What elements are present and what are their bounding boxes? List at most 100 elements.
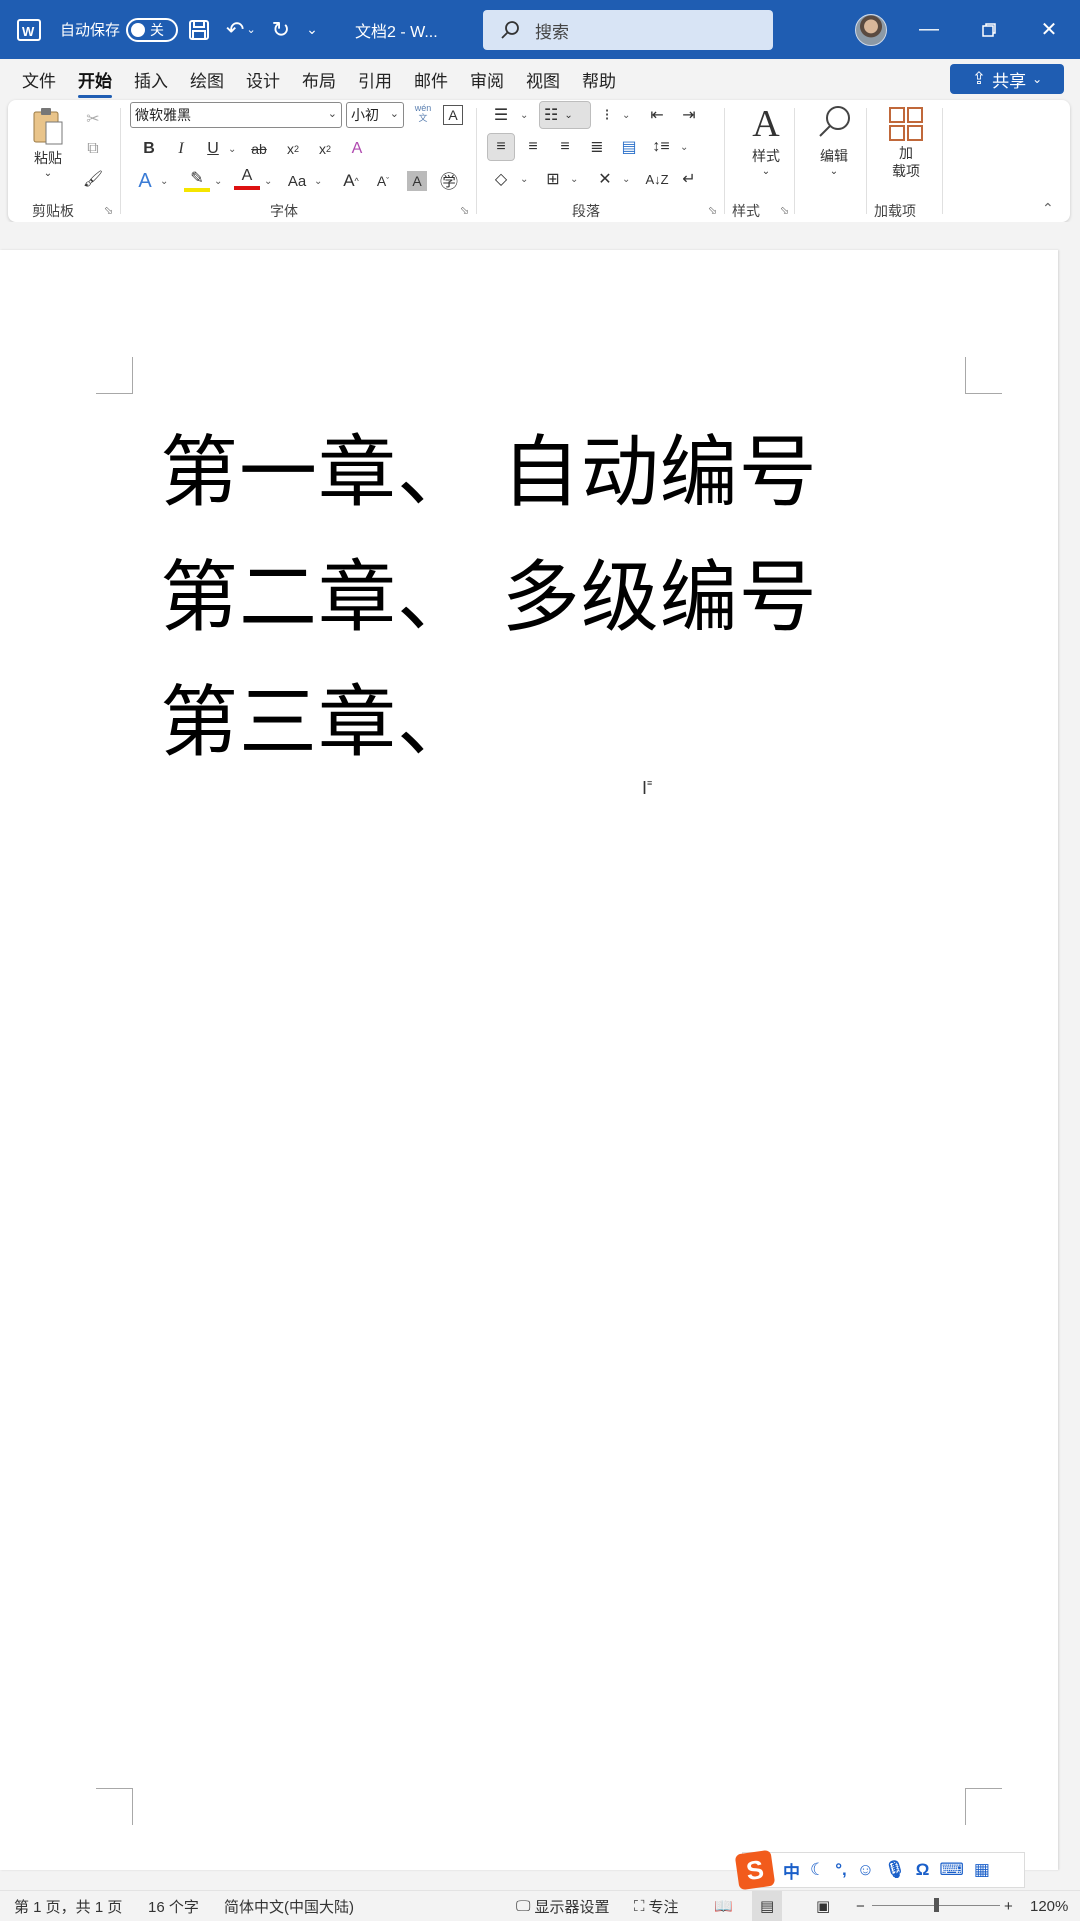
asian-layout-icon[interactable]: ✕ xyxy=(592,166,618,192)
chevron-down-icon[interactable]: ⌄ xyxy=(314,176,322,187)
save-icon[interactable] xyxy=(188,19,210,41)
chevron-down-icon[interactable]: ⌄ xyxy=(520,110,528,121)
autosave-control[interactable]: 自动保存 关 xyxy=(60,0,179,59)
show-marks-icon[interactable]: ↵ xyxy=(676,166,702,192)
moon-icon[interactable]: ☾ xyxy=(810,1860,825,1880)
microphone-icon[interactable]: 🎙 xyxy=(884,1860,906,1880)
distributed-icon[interactable]: ▤ xyxy=(616,134,642,160)
justify-icon[interactable]: ≣ xyxy=(584,134,610,160)
heading-line-2[interactable]: 第二章、 多级编号 xyxy=(160,535,818,647)
chevron-down-icon[interactable]: ⌄ xyxy=(680,142,688,153)
multilevel-list-icon[interactable]: ⁝ xyxy=(594,102,620,128)
chevron-down-icon[interactable]: ⌄ xyxy=(570,174,578,185)
ime-toolbar[interactable]: S 中 ☾ °, ☺ 🎙 Ω ⌨ ▦ xyxy=(734,1849,1025,1891)
font-size-select[interactable]: 小初 ⌄ xyxy=(346,102,404,128)
font-color-icon[interactable]: A xyxy=(234,166,260,190)
web-layout-icon[interactable]: ▣ xyxy=(816,1891,830,1921)
close-icon[interactable]: ✕ xyxy=(1026,0,1072,59)
minimize-icon[interactable]: — xyxy=(906,0,952,59)
bullets-icon[interactable]: ☰ xyxy=(488,102,514,128)
styles-launcher-icon[interactable]: ⬂ xyxy=(780,204,789,217)
page-count[interactable]: 第 1 页，共 1 页 xyxy=(14,1891,122,1921)
tab-home[interactable]: 开始 xyxy=(78,61,112,98)
paste-button[interactable]: 粘贴 ⌄ xyxy=(28,106,68,179)
align-center-icon[interactable]: ≡ xyxy=(520,134,546,160)
restore-icon[interactable] xyxy=(966,0,1012,59)
share-button[interactable]: ⇪ 共享 ⌄ xyxy=(950,64,1064,94)
shading-icon[interactable]: ◇ xyxy=(488,166,514,192)
align-right-icon[interactable]: ≡ xyxy=(552,134,578,160)
grid-icon[interactable]: ▦ xyxy=(974,1860,990,1880)
chevron-down-icon[interactable]: ⌄ xyxy=(622,174,630,185)
align-left-icon[interactable]: ≡ xyxy=(487,133,515,161)
tab-file[interactable]: 文件 xyxy=(22,61,56,98)
emoji-icon[interactable]: ☺ xyxy=(857,1860,874,1880)
chevron-down-icon[interactable]: ⌄ xyxy=(228,144,236,155)
zoom-level[interactable]: 120% xyxy=(1030,1891,1068,1921)
sort-icon[interactable]: A↓Z xyxy=(644,166,670,192)
shrink-font-icon[interactable]: Aˇ xyxy=(370,168,396,194)
language-indicator[interactable]: 简体中文(中国大陆) xyxy=(224,1891,354,1921)
line-spacing-icon[interactable]: ↕≡ xyxy=(648,134,674,160)
punctuation-icon[interactable]: °, xyxy=(835,1860,847,1880)
print-layout-icon[interactable]: ▤ xyxy=(752,1891,783,1921)
chevron-down-icon[interactable]: ⌄ xyxy=(160,176,168,187)
tab-review[interactable]: 审阅 xyxy=(470,61,504,98)
tab-insert[interactable]: 插入 xyxy=(134,61,168,98)
phonetic-guide-icon[interactable]: wén 文 xyxy=(410,100,436,126)
zoom-in-icon[interactable]: + xyxy=(1004,1891,1013,1921)
zoom-out-icon[interactable]: − xyxy=(856,1891,865,1921)
undo-icon[interactable]: ↶ ⌄ xyxy=(226,17,256,43)
editing-button[interactable]: 编辑 ⌄ xyxy=(804,102,864,177)
cut-icon[interactable]: ✂ xyxy=(80,106,106,132)
clipboard-launcher-icon[interactable]: ⬂ xyxy=(104,204,113,217)
tab-help[interactable]: 帮助 xyxy=(582,61,616,98)
customize-qat-icon[interactable]: ⌄ xyxy=(306,21,318,38)
tab-design[interactable]: 设计 xyxy=(246,61,280,98)
font-family-select[interactable]: 微软雅黑 ⌄ xyxy=(130,102,342,128)
tab-view[interactable]: 视图 xyxy=(526,61,560,98)
word-count[interactable]: 16 个字 xyxy=(148,1891,199,1921)
paragraph-launcher-icon[interactable]: ⬂ xyxy=(708,204,717,217)
highlight-icon[interactable]: ✎ xyxy=(184,168,210,192)
subscript-icon[interactable]: x2 xyxy=(280,136,306,162)
grow-font-icon[interactable]: A ^ xyxy=(338,168,364,194)
strikethrough-icon[interactable]: ab xyxy=(246,136,272,162)
tab-references[interactable]: 引用 xyxy=(358,61,392,98)
display-settings-button[interactable]: 🖵 显示器设置 xyxy=(516,1891,609,1921)
tab-draw[interactable]: 绘图 xyxy=(190,61,224,98)
styles-button[interactable]: A 样式 ⌄ xyxy=(736,102,796,177)
copy-icon[interactable]: ⧉ xyxy=(80,136,106,162)
heading-line-1[interactable]: 第一章、 自动编号 xyxy=(160,410,818,522)
search-box[interactable]: 搜索 xyxy=(483,10,773,50)
autosave-toggle[interactable]: 关 xyxy=(126,17,179,42)
omega-icon[interactable]: Ω xyxy=(916,1860,930,1880)
character-border-icon[interactable]: A xyxy=(443,105,463,125)
italic-icon[interactable]: I xyxy=(168,136,194,162)
superscript-icon[interactable]: x2 xyxy=(312,136,338,162)
character-shading-icon[interactable]: A xyxy=(407,171,427,191)
numbering-icon[interactable]: ☷ ⌄ xyxy=(539,101,591,129)
tab-layout[interactable]: 布局 xyxy=(302,61,336,98)
underline-icon[interactable]: U xyxy=(200,136,226,162)
collapse-ribbon-icon[interactable]: ⌃ xyxy=(1042,200,1054,217)
enclose-characters-icon[interactable]: ㊫ xyxy=(436,168,462,194)
format-painter-icon[interactable]: 🖌 xyxy=(80,166,106,192)
keyboard-icon[interactable]: ⌨ xyxy=(939,1860,964,1880)
addins-button[interactable]: 加 载项 xyxy=(876,106,936,180)
clear-formatting-icon[interactable]: A xyxy=(344,136,370,162)
change-case-icon[interactable]: Aa xyxy=(284,168,310,194)
chevron-down-icon[interactable]: ⌄ xyxy=(622,110,630,121)
zoom-slider-thumb[interactable] xyxy=(934,1898,939,1912)
increase-indent-icon[interactable]: ⇥ xyxy=(676,102,702,128)
borders-icon[interactable]: ⊞ xyxy=(540,166,566,192)
redo-icon[interactable]: ↻ xyxy=(272,17,290,43)
user-avatar[interactable] xyxy=(855,14,887,46)
font-launcher-icon[interactable]: ⬂ xyxy=(460,204,469,217)
chevron-down-icon[interactable]: ⌄ xyxy=(520,174,528,185)
text-effects-icon[interactable]: A xyxy=(132,168,158,194)
heading-line-3[interactable]: 第三章、 xyxy=(160,660,476,772)
focus-button[interactable]: ⛶ 专注 xyxy=(634,1891,679,1921)
chevron-down-icon[interactable]: ⌄ xyxy=(214,176,222,187)
decrease-indent-icon[interactable]: ⇤ xyxy=(644,102,670,128)
